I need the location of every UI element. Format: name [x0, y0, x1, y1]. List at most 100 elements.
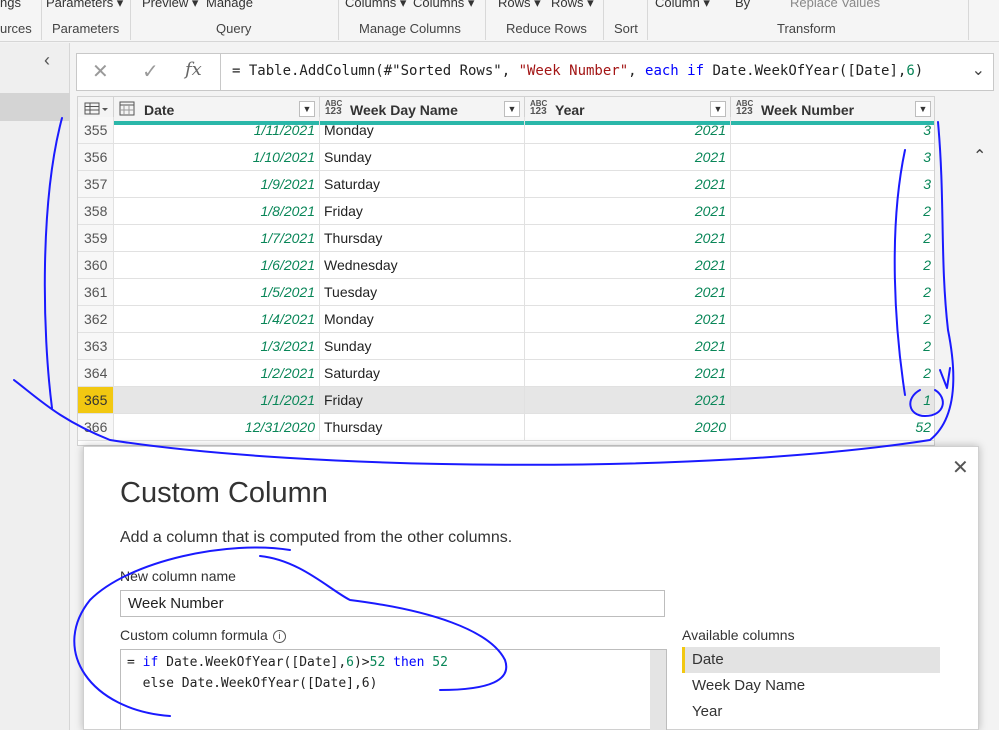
- filter-dropdown-icon[interactable]: ▼: [299, 101, 315, 117]
- fx-icon[interactable]: fx: [185, 59, 202, 80]
- row-number[interactable]: 358: [78, 198, 114, 224]
- table-row[interactable]: 359 1/7/2021 Thursday 2021 2: [78, 225, 934, 252]
- table-row[interactable]: 365 1/1/2021 Friday 2021 1: [78, 387, 934, 414]
- cell-year[interactable]: 2021: [525, 279, 731, 305]
- cell-date[interactable]: 1/7/2021: [114, 225, 320, 251]
- ribbon-item-manage[interactable]: Manage: [206, 0, 253, 10]
- ribbon-item-preview[interactable]: Preview ▾: [142, 0, 198, 11]
- ribbon-item-settings[interactable]: ngs: [0, 0, 21, 10]
- cell-year[interactable]: 2021: [525, 387, 731, 413]
- formula-scrollbar[interactable]: [650, 650, 666, 730]
- cell-date[interactable]: 1/1/2021: [114, 387, 320, 413]
- cell-year[interactable]: 2021: [525, 360, 731, 386]
- formula-expression[interactable]: = Table.AddColumn(#"Sorted Rows", "Week …: [232, 63, 923, 79]
- ribbon-item-choose-columns[interactable]: Columns ▾: [345, 0, 406, 11]
- cell-week-number[interactable]: 1: [731, 387, 934, 413]
- row-number[interactable]: 356: [78, 144, 114, 170]
- cell-week-day-name[interactable]: Friday: [320, 387, 525, 413]
- custom-formula-editor[interactable]: = if Date.WeekOfYear([Date],6)>52 then 5…: [120, 649, 667, 730]
- row-number[interactable]: 359: [78, 225, 114, 251]
- cell-year[interactable]: 2021: [525, 306, 731, 332]
- cell-year[interactable]: 2021: [525, 198, 731, 224]
- cell-week-day-name[interactable]: Sunday: [320, 144, 525, 170]
- cell-year[interactable]: 2021: [525, 144, 731, 170]
- cell-week-number[interactable]: 3: [731, 117, 934, 143]
- vertical-scroll-area[interactable]: ⌃: [938, 96, 998, 450]
- cell-week-number[interactable]: 2: [731, 306, 934, 332]
- filter-dropdown-icon[interactable]: ▼: [710, 101, 726, 117]
- row-number[interactable]: 363: [78, 333, 114, 359]
- cell-week-number[interactable]: 2: [731, 360, 934, 386]
- table-row[interactable]: 358 1/8/2021 Friday 2021 2: [78, 198, 934, 225]
- row-number[interactable]: 365: [78, 387, 114, 413]
- scroll-up-icon[interactable]: ⌃: [973, 146, 986, 166]
- ribbon-item-remove-rows[interactable]: Rows ▾: [551, 0, 594, 11]
- cell-week-day-name[interactable]: Thursday: [320, 225, 525, 251]
- filter-dropdown-icon[interactable]: ▼: [504, 101, 520, 117]
- cell-week-number[interactable]: 2: [731, 252, 934, 278]
- cell-week-day-name[interactable]: Thursday: [320, 414, 525, 440]
- cell-year[interactable]: 2021: [525, 117, 731, 143]
- cell-week-day-name[interactable]: Monday: [320, 306, 525, 332]
- cell-date[interactable]: 1/4/2021: [114, 306, 320, 332]
- info-icon[interactable]: i: [272, 630, 286, 643]
- row-number[interactable]: 360: [78, 252, 114, 278]
- cell-date[interactable]: 1/11/2021: [114, 117, 320, 143]
- cell-date[interactable]: 1/6/2021: [114, 252, 320, 278]
- available-column-item[interactable]: Week Day Name: [682, 673, 940, 699]
- ribbon-item-group-by[interactable]: By: [735, 0, 750, 10]
- row-number[interactable]: 362: [78, 306, 114, 332]
- table-row[interactable]: 356 1/10/2021 Sunday 2021 3: [78, 144, 934, 171]
- cell-week-number[interactable]: 52: [731, 414, 934, 440]
- commit-check-icon[interactable]: ✓: [142, 59, 159, 84]
- row-number[interactable]: 357: [78, 171, 114, 197]
- table-row[interactable]: 366 12/31/2020 Thursday 2020 52: [78, 414, 934, 441]
- ribbon-item-remove-columns[interactable]: Columns ▾: [413, 0, 474, 11]
- new-column-name-input[interactable]: Week Number: [120, 590, 665, 617]
- cell-week-number[interactable]: 2: [731, 225, 934, 251]
- cell-week-number[interactable]: 2: [731, 333, 934, 359]
- cell-date[interactable]: 1/8/2021: [114, 198, 320, 224]
- cell-year[interactable]: 2021: [525, 333, 731, 359]
- cell-week-number[interactable]: 2: [731, 198, 934, 224]
- cell-date[interactable]: 1/9/2021: [114, 171, 320, 197]
- cell-week-day-name[interactable]: Saturday: [320, 360, 525, 386]
- cell-date[interactable]: 1/3/2021: [114, 333, 320, 359]
- cell-date[interactable]: 1/10/2021: [114, 144, 320, 170]
- filter-dropdown-icon[interactable]: ▼: [915, 101, 931, 117]
- cell-year[interactable]: 2021: [525, 252, 731, 278]
- table-row[interactable]: 364 1/2/2021 Saturday 2021 2: [78, 360, 934, 387]
- queries-pane-selected-item[interactable]: [0, 93, 70, 121]
- table-row[interactable]: 363 1/3/2021 Sunday 2021 2: [78, 333, 934, 360]
- available-column-item[interactable]: Date: [682, 647, 940, 673]
- table-row[interactable]: 355 1/11/2021 Monday 2021 3: [78, 117, 934, 144]
- cell-week-number[interactable]: 3: [731, 171, 934, 197]
- row-number[interactable]: 364: [78, 360, 114, 386]
- cell-week-day-name[interactable]: Saturday: [320, 171, 525, 197]
- ribbon-item-split-column[interactable]: Column ▾: [655, 0, 710, 11]
- row-number[interactable]: 366: [78, 414, 114, 440]
- expand-formula-icon[interactable]: ⌄: [972, 60, 985, 80]
- ribbon-item-replace-values[interactable]: Replace Values: [790, 0, 880, 10]
- cell-week-day-name[interactable]: Wednesday: [320, 252, 525, 278]
- available-column-item[interactable]: Year: [682, 699, 940, 725]
- close-icon[interactable]: ✕: [952, 455, 969, 480]
- cell-week-day-name[interactable]: Tuesday: [320, 279, 525, 305]
- collapse-pane-icon[interactable]: ‹: [44, 50, 50, 71]
- cell-year[interactable]: 2021: [525, 171, 731, 197]
- cell-year[interactable]: 2021: [525, 225, 731, 251]
- cell-date[interactable]: 1/5/2021: [114, 279, 320, 305]
- cell-date[interactable]: 1/2/2021: [114, 360, 320, 386]
- cell-week-number[interactable]: 3: [731, 144, 934, 170]
- cancel-icon[interactable]: ✕: [92, 59, 109, 84]
- ribbon-item-parameters[interactable]: Parameters ▾: [46, 0, 123, 11]
- cell-week-day-name[interactable]: Sunday: [320, 333, 525, 359]
- ribbon-item-keep-rows[interactable]: Rows ▾: [498, 0, 541, 11]
- cell-week-number[interactable]: 2: [731, 279, 934, 305]
- table-row[interactable]: 361 1/5/2021 Tuesday 2021 2: [78, 279, 934, 306]
- table-row[interactable]: 362 1/4/2021 Monday 2021 2: [78, 306, 934, 333]
- cell-year[interactable]: 2020: [525, 414, 731, 440]
- table-row[interactable]: 360 1/6/2021 Wednesday 2021 2: [78, 252, 934, 279]
- cell-date[interactable]: 12/31/2020: [114, 414, 320, 440]
- table-row[interactable]: 357 1/9/2021 Saturday 2021 3: [78, 171, 934, 198]
